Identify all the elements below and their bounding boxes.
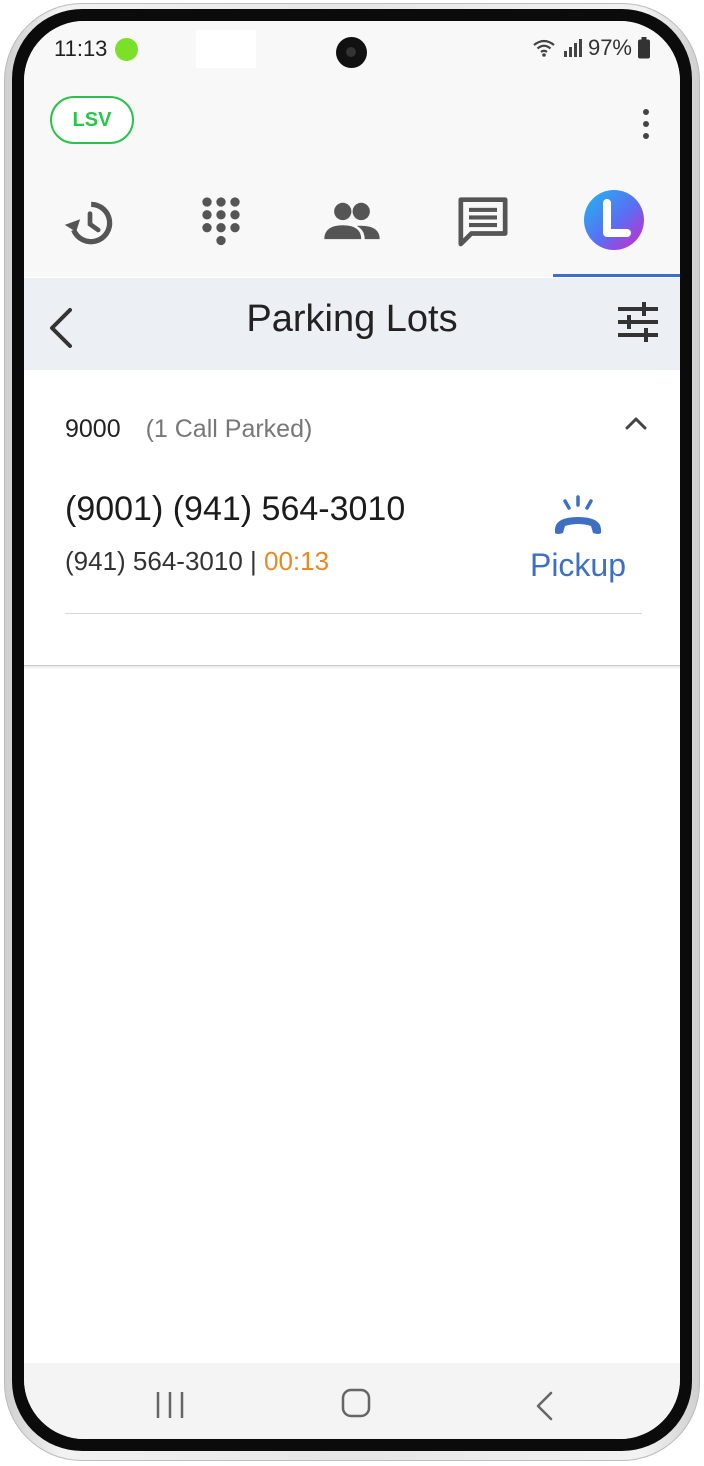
- people-icon: [323, 202, 380, 240]
- system-nav-bar: [24, 1363, 680, 1439]
- parked-call-timer: 00:13: [264, 546, 330, 576]
- row-divider: [65, 613, 642, 614]
- pickup-button[interactable]: Pickup: [518, 495, 638, 590]
- lot-number: 9000: [65, 415, 121, 443]
- tab-dialpad[interactable]: [155, 181, 286, 277]
- tune-icon[interactable]: [616, 300, 660, 344]
- status-time: 11:13: [54, 36, 108, 61]
- more-vert-icon[interactable]: [634, 107, 658, 143]
- app-header: LSV: [24, 81, 680, 277]
- status-bar: 11:13 97%: [24, 21, 680, 81]
- camera-cutout: [336, 37, 367, 68]
- wifi-icon: [533, 39, 555, 57]
- pickup-label: Pickup: [529, 547, 627, 583]
- recent-apps-icon[interactable]: [153, 1390, 187, 1420]
- chat-icon: [458, 197, 507, 247]
- tab-recents[interactable]: [24, 181, 155, 277]
- parked-call-name: (9001) (941) 564-3010: [65, 490, 406, 528]
- chevron-up-icon[interactable]: [624, 415, 648, 431]
- home-icon[interactable]: [340, 1387, 372, 1419]
- active-call-indicator: [115, 38, 138, 61]
- account-badge[interactable]: LSV: [50, 96, 134, 144]
- page-title: Parking Lots: [246, 298, 458, 340]
- parked-call-details: (941) 564-3010 | 00:13: [65, 546, 329, 577]
- parking-lot-card: 9000 (1 Call Parked) (9001) (941) 564-30…: [24, 370, 680, 666]
- parked-call-number: (941) 564-3010: [65, 546, 243, 576]
- history-icon: [64, 201, 112, 245]
- battery-percent: 97%: [587, 35, 632, 60]
- tab-messages[interactable]: [417, 181, 548, 277]
- phone-ringing-icon: [555, 495, 601, 534]
- tab-app[interactable]: [548, 181, 679, 277]
- dialpad-icon: [201, 197, 240, 246]
- detail-separator: |: [242, 546, 265, 576]
- status-icons: 97%: [532, 35, 650, 61]
- app-logo-icon: [583, 190, 644, 250]
- title-bar: Parking Lots: [24, 278, 680, 370]
- status-blank-area: [196, 30, 256, 68]
- battery-icon: [638, 37, 650, 59]
- active-tab-indicator: [553, 274, 680, 277]
- signal-icon: [563, 39, 582, 57]
- lot-summary: (1 Call Parked): [145, 415, 313, 443]
- main-tabs: [24, 181, 680, 277]
- tab-contacts[interactable]: [286, 181, 417, 277]
- phone-screen: 11:13 97% LSV Parking Lots 9000 (1 Call …: [24, 21, 680, 1439]
- nav-back-icon[interactable]: [533, 1390, 557, 1422]
- parking-lot-header[interactable]: 9000 (1 Call Parked): [65, 415, 312, 444]
